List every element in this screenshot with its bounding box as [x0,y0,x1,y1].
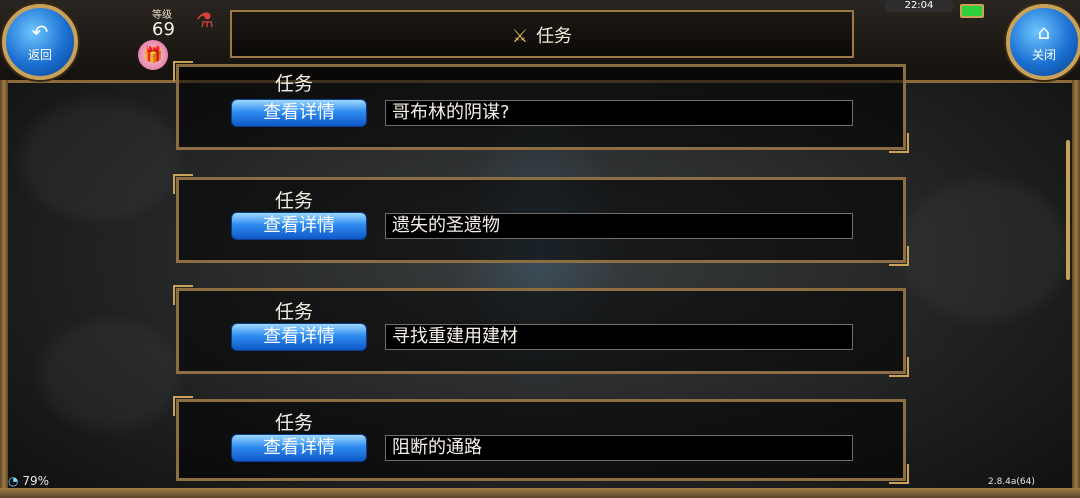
cave-rock [900,180,1070,320]
quest-item: 任务 查看详情 遗失的圣遗物 [173,174,909,266]
quest-name: 哥布林的阴谋? [385,100,853,126]
potion-icon[interactable]: ⚗ [196,8,214,32]
quest-item: 任务 查看详情 阻断的通路 [173,396,909,484]
view-details-button[interactable]: 查看详情 [231,99,367,127]
bottom-frame [0,488,1080,498]
left-frame [0,80,8,498]
close-button-label: 关闭 [1031,48,1056,62]
page-title: ⚔ 任务 [232,22,852,48]
clock: 22:04 [884,0,954,12]
right-frame [1072,80,1080,498]
battery-icon [960,4,984,18]
back-button[interactable]: ↶ 返回 [2,4,78,80]
signal-value: 79% [22,474,49,488]
view-details-button[interactable]: 查看详情 [231,212,367,240]
back-button-label: 返回 [27,48,52,62]
signal-icon: ◔ [8,474,19,488]
quest-name: 遗失的圣遗物 [385,213,853,239]
gift-icon[interactable]: 🎁 [138,40,168,70]
quest-heading: 任务 [275,73,314,95]
quest-heading: 任务 [275,190,314,212]
version-label: 2.8.4a(64) [988,477,1035,487]
view-details-button[interactable]: 查看详情 [231,323,367,351]
quest-item: 任务 查看详情 哥布林的阴谋? [173,61,909,153]
quest-name: 寻找重建用建材 [385,324,853,350]
quest-item: 任务 查看详情 寻找重建用建材 [173,285,909,377]
scrollbar[interactable] [1066,140,1070,280]
view-details-button[interactable]: 查看详情 [231,434,367,462]
crossed-swords-icon: ⚔ [511,26,529,47]
close-button[interactable]: ⌂ 关闭 [1006,4,1080,80]
page-title-text: 任务 [536,26,573,47]
cave-rock [20,100,180,220]
signal-indicator: ◔ 79% [8,474,49,488]
quest-name: 阻断的通路 [385,435,853,461]
level-value: 69 [152,19,175,40]
title-plate: ⚔ 任务 [230,10,854,58]
quest-heading: 任务 [275,412,314,434]
home-icon: ⌂ [1037,20,1051,44]
quest-heading: 任务 [275,301,314,323]
back-arrow-icon: ↶ [31,20,49,44]
cave-rock [40,320,180,430]
